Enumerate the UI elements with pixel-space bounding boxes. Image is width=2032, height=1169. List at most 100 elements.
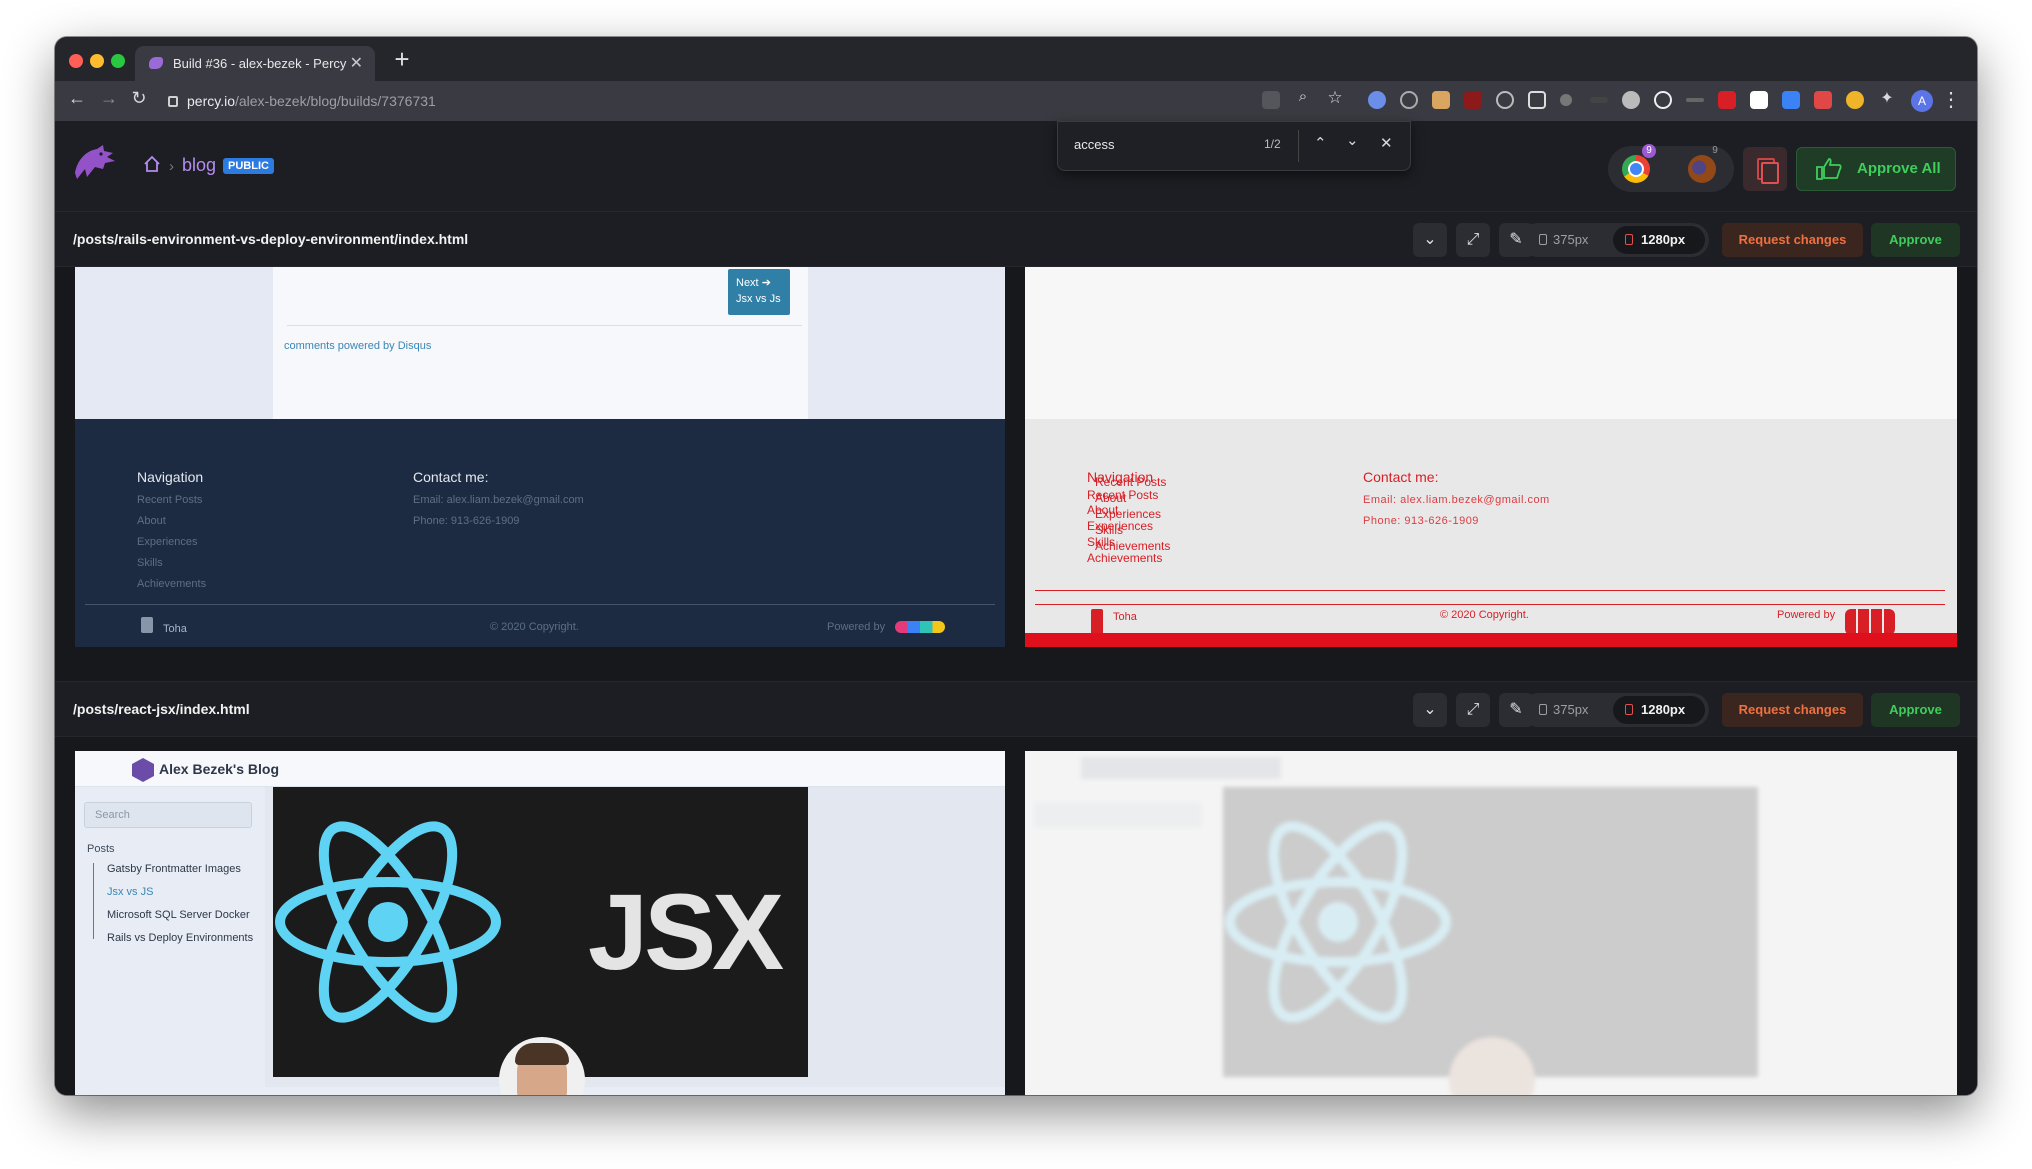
extension-9-icon[interactable] <box>1622 91 1640 109</box>
thumbs-up-icon <box>1816 158 1842 180</box>
footer-link: About <box>137 515 166 527</box>
diff-link-shifted: Recent Posts <box>1095 475 1167 489</box>
find-input[interactable]: access <box>1074 137 1114 152</box>
percy-favicon-icon <box>149 57 163 69</box>
firefox-icon[interactable] <box>1688 155 1716 183</box>
next-label: Next <box>736 277 759 289</box>
diff-line <box>1035 604 1945 605</box>
posts-heading: Posts <box>87 843 115 855</box>
extension-7-icon[interactable] <box>1560 94 1572 106</box>
breadcrumb: › blog PUBLIC <box>143 155 274 176</box>
bookmark-star-icon[interactable]: ☆ <box>1323 88 1347 108</box>
url-domain: percy.io <box>187 93 235 109</box>
fullscreen-icon[interactable]: ⤢ <box>1456 693 1490 727</box>
base-screenshot[interactable]: Next ➔ Jsx vs Js comments powered by Disq… <box>75 267 1005 647</box>
copy-small-icon <box>1539 234 1547 245</box>
approve-button[interactable]: Approve <box>1871 223 1960 257</box>
firefox-diff-count: 9 <box>1712 145 1718 156</box>
diff-phone: Phone: 913-626-1909 <box>1363 515 1479 527</box>
base-screenshot[interactable]: Alex Bezek's Blog Search Posts Gatsby Fr… <box>75 751 1005 1095</box>
page-action-icon[interactable] <box>1262 91 1280 109</box>
extension-1-icon[interactable] <box>1368 91 1386 109</box>
extension-14-icon[interactable] <box>1782 91 1800 109</box>
width-375-option[interactable]: 375px <box>1539 702 1588 717</box>
snapshot-name: /posts/rails-environment-vs-deploy-envir… <box>73 231 469 247</box>
head-diff-screenshot[interactable] <box>1025 751 1957 1095</box>
approve-all-button[interactable]: Approve All <box>1796 147 1956 191</box>
profile-avatar[interactable]: A <box>1911 90 1933 112</box>
diff-top-area <box>1025 267 1957 419</box>
next-post-button: Next ➔ Jsx vs Js <box>728 269 790 315</box>
forward-arrow-icon[interactable]: → <box>97 88 121 109</box>
extension-12-icon[interactable] <box>1718 91 1736 109</box>
find-previous-icon[interactable]: ⌃ <box>1314 134 1327 152</box>
new-tab-button[interactable]: + <box>387 45 417 75</box>
fullscreen-icon[interactable]: ⤢ <box>1456 223 1490 257</box>
disqus-link: comments powered by Disqus <box>284 340 432 352</box>
snapshot-name: /posts/react-jsx/index.html <box>73 701 250 717</box>
extension-5-icon[interactable] <box>1496 91 1514 109</box>
chrome-diff-count: 9 <box>1642 144 1656 158</box>
width-375-label: 375px <box>1553 232 1589 247</box>
extension-6-icon[interactable] <box>1528 91 1546 109</box>
find-next-icon[interactable]: ⌄ <box>1346 131 1359 149</box>
extension-11-icon[interactable] <box>1686 98 1704 102</box>
width-375-option[interactable]: 375px <box>1539 232 1588 247</box>
close-tab-icon[interactable]: ✕ <box>350 46 363 81</box>
home-icon[interactable] <box>143 155 161 173</box>
zoom-window-button[interactable] <box>111 54 125 68</box>
browser-switcher: 9 9 <box>1608 144 1734 192</box>
diff-copyright: © 2020 Copyright. <box>1440 609 1529 621</box>
reload-icon[interactable]: ↻ <box>127 88 151 109</box>
diff-link-shifted: Experiences <box>1095 507 1162 521</box>
browser-menu-icon[interactable]: ⋮ <box>1941 87 1961 112</box>
request-changes-button[interactable]: Request changes <box>1722 693 1863 727</box>
back-arrow-icon[interactable]: ← <box>65 88 89 109</box>
address-toolbar: ← → ↻ percy.io/alex-bezek/blog/builds/73… <box>55 81 1977 121</box>
width-375-label: 375px <box>1553 702 1589 717</box>
public-badge: PUBLIC <box>223 158 274 174</box>
diff-link-shifted: About <box>1095 491 1127 505</box>
percy-logo-icon[interactable] <box>73 143 117 181</box>
copy-red-icon <box>1625 234 1633 245</box>
extension-3-icon[interactable] <box>1432 91 1450 109</box>
extension-16-icon[interactable] <box>1846 91 1864 109</box>
diff-link-shifted: Achievements <box>1095 539 1171 553</box>
hugo-logo-icon <box>895 621 945 633</box>
chrome-icon[interactable] <box>1622 155 1650 183</box>
close-window-button[interactable] <box>69 54 83 68</box>
diff-powered-by: Powered by <box>1777 609 1836 621</box>
collapse-chevron-icon[interactable]: ⌄ <box>1413 223 1447 257</box>
diff-contact-heading: Contact me: <box>1363 469 1439 485</box>
extensions-puzzle-icon[interactable]: ✦ <box>1875 88 1899 108</box>
copy-red-icon <box>1625 704 1633 715</box>
width-1280-option[interactable]: 1280px <box>1613 226 1705 254</box>
ublock-icon[interactable] <box>1464 91 1482 109</box>
collapse-chevron-icon[interactable]: ⌄ <box>1413 693 1447 727</box>
footer-copyright: © 2020 Copyright. <box>490 621 579 633</box>
minimize-window-button[interactable] <box>90 54 104 68</box>
react-logo-icon <box>275 821 501 1023</box>
diff-link: Achievements <box>1087 551 1163 565</box>
address-bar[interactable]: percy.io/alex-bezek/blog/builds/7376731 <box>168 93 436 109</box>
extension-10-icon[interactable] <box>1654 91 1672 109</box>
zoom-icon[interactable]: ⌕ <box>1291 88 1315 105</box>
extension-2-icon[interactable] <box>1400 91 1418 109</box>
extension-15-icon[interactable] <box>1814 91 1832 109</box>
footer-divider <box>85 604 995 605</box>
find-close-icon[interactable]: ✕ <box>1380 134 1393 152</box>
approve-button[interactable]: Approve <box>1871 693 1960 727</box>
extension-13-icon[interactable] <box>1750 91 1768 109</box>
request-changes-button[interactable]: Request changes <box>1722 223 1863 257</box>
post-item-active: Jsx vs JS <box>107 886 154 898</box>
footer-brand: Toha <box>163 623 187 635</box>
diff-toggle-button[interactable] <box>1743 147 1787 191</box>
extension-8-icon[interactable] <box>1590 97 1608 103</box>
footer-link: Skills <box>137 557 163 569</box>
width-1280-option[interactable]: 1280px <box>1613 696 1705 724</box>
breadcrumb-project-link[interactable]: blog <box>182 155 216 175</box>
head-diff-screenshot[interactable]: Navigation Recent Posts About Experience… <box>1025 267 1957 647</box>
diff-footer-area: Navigation Recent Posts About Experience… <box>1025 419 1957 647</box>
browser-tab[interactable]: Build #36 - alex-bezek - Percy ✕ <box>135 46 375 81</box>
lock-icon <box>168 96 178 107</box>
